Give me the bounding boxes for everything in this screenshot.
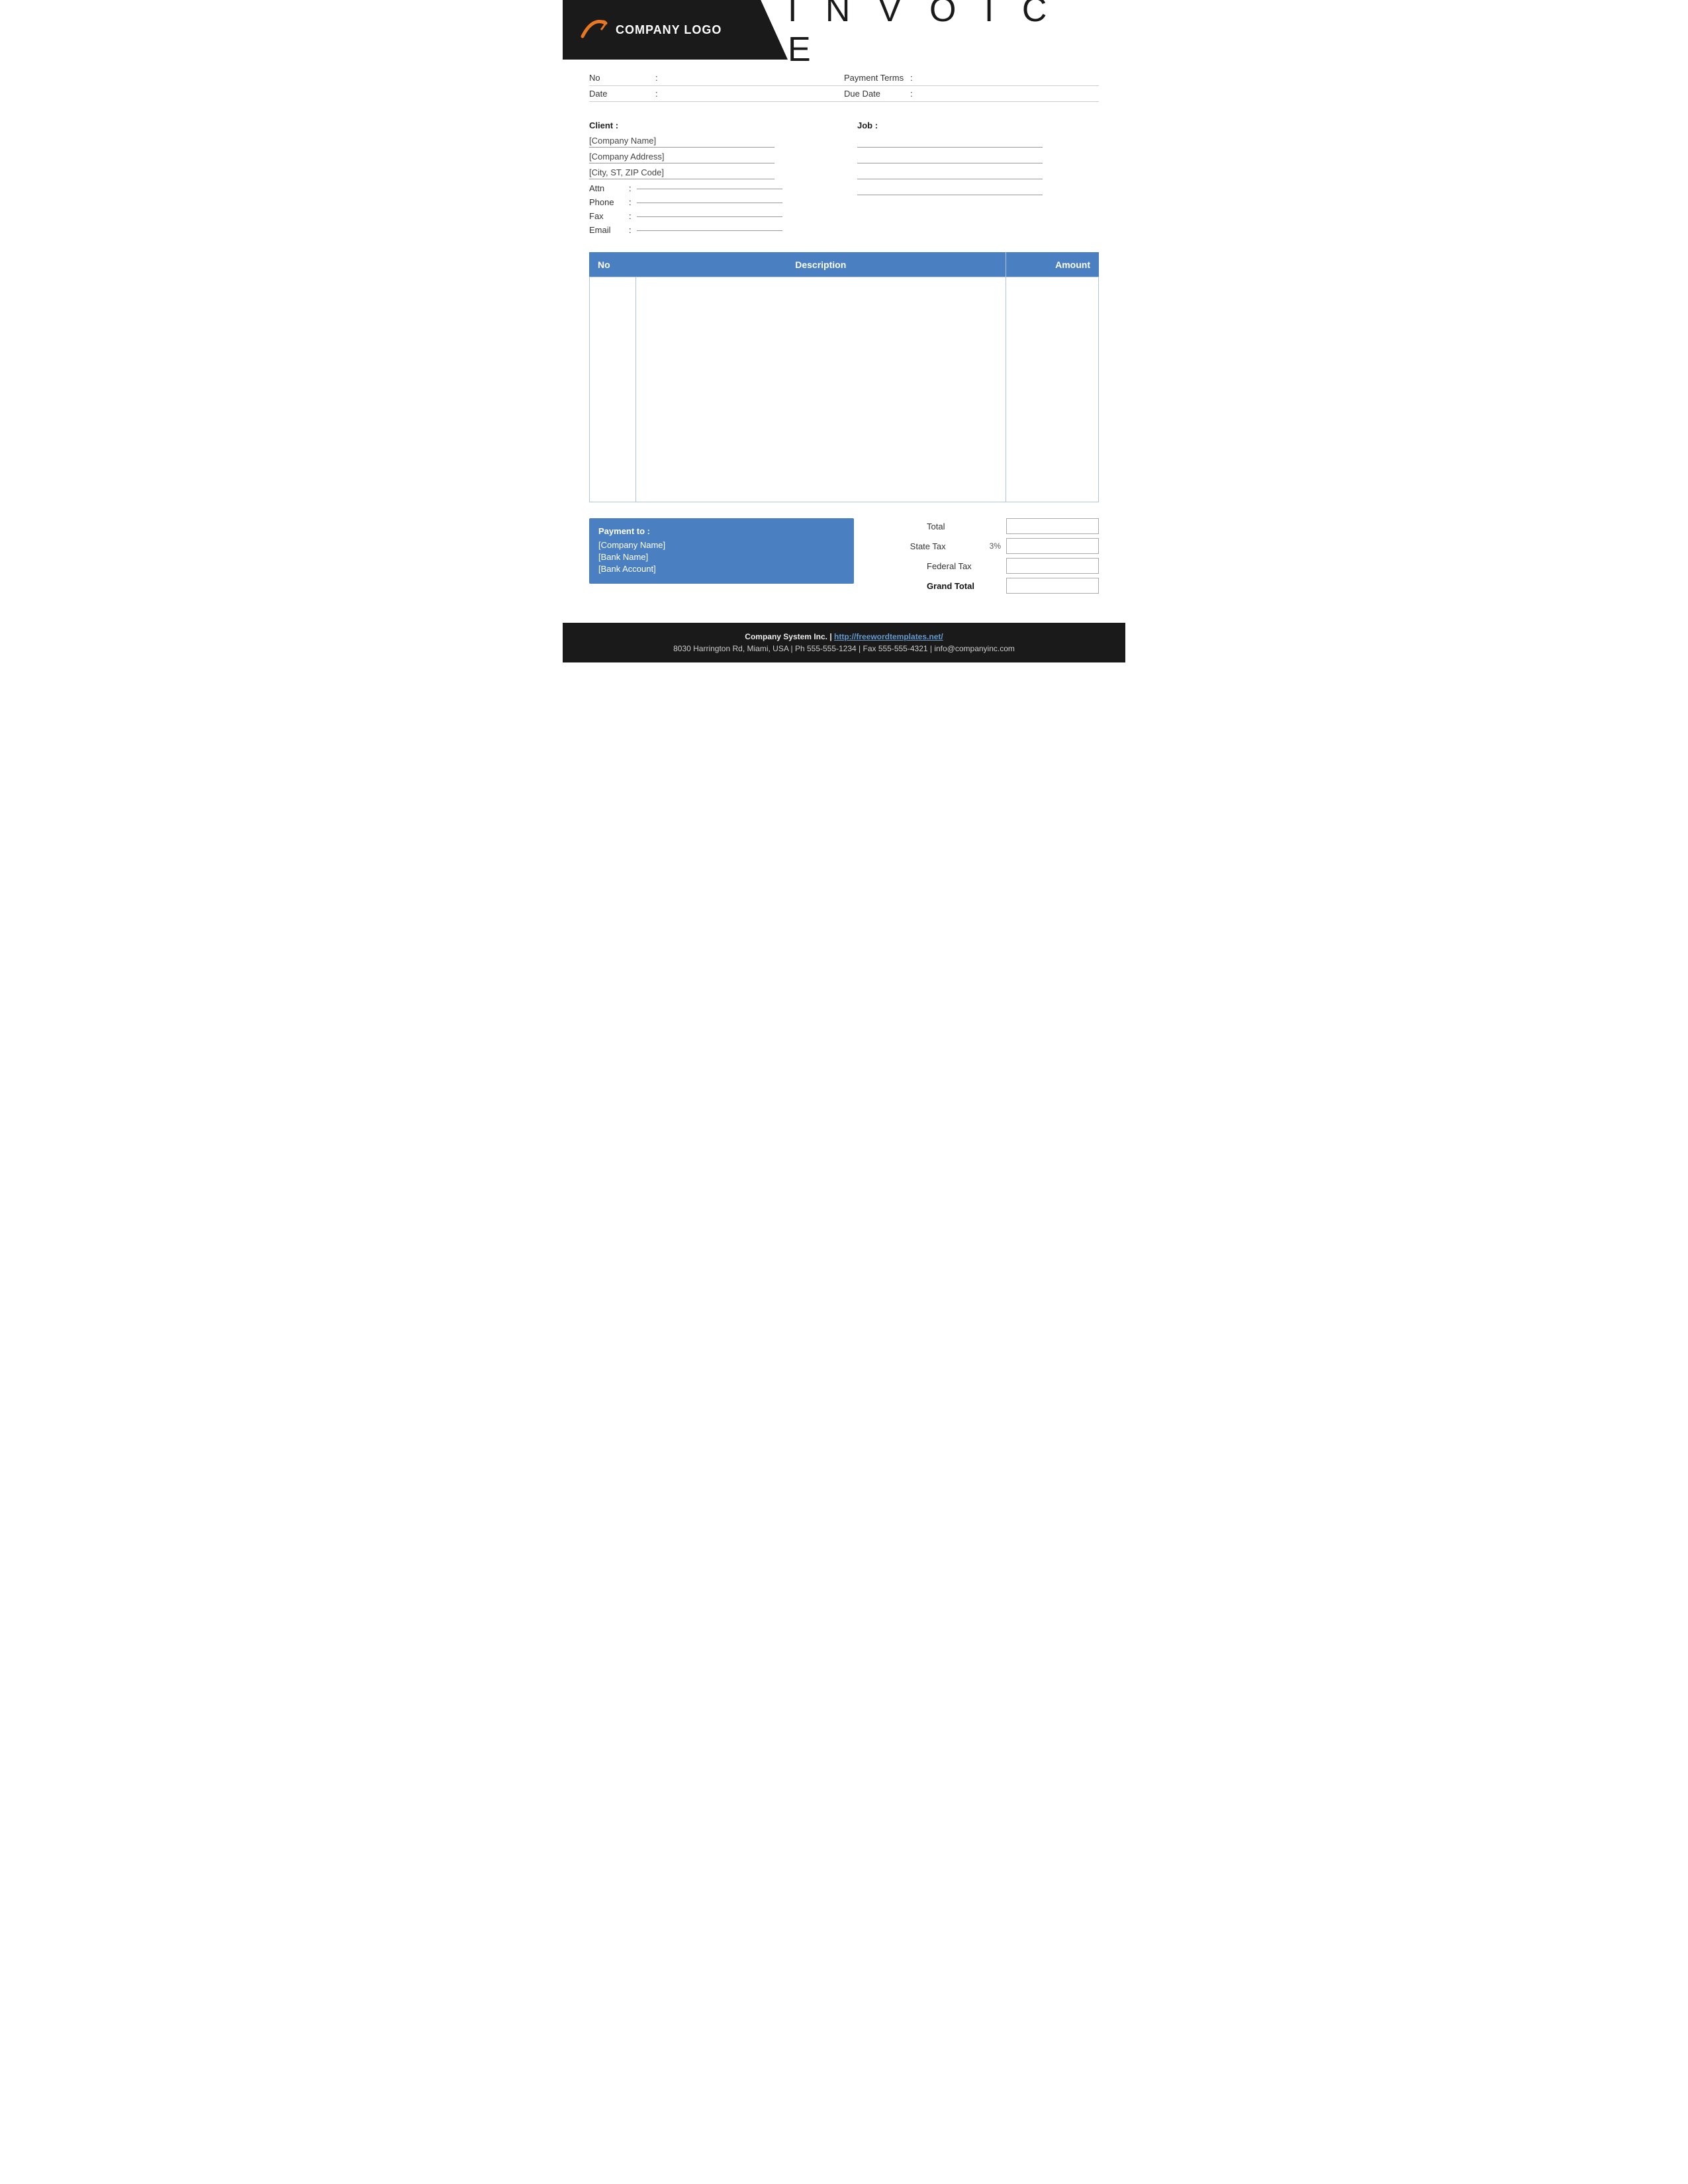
totals-row-total: Total xyxy=(874,518,1099,534)
state-tax-input[interactable] xyxy=(1006,538,1099,554)
table-cell-description[interactable] xyxy=(636,277,1006,502)
table-header: No Description Amount xyxy=(590,253,1099,277)
client-phone-value[interactable] xyxy=(637,201,782,203)
client-attn-row: Attn : xyxy=(589,183,844,193)
payment-company-name[interactable]: [Company Name] xyxy=(598,540,845,550)
client-attn-colon: : xyxy=(629,183,632,193)
payment-block: Payment to : [Company Name] [Bank Name] … xyxy=(589,518,854,584)
page-header: COMPANY LOGO I N V O I C E xyxy=(563,0,1125,60)
footer-address-line: 8030 Harrington Rd, Miami, USA | Ph 555-… xyxy=(576,644,1112,653)
total-label: Total xyxy=(927,522,1006,531)
footer-company-line: Company System Inc. | http://freewordtem… xyxy=(576,632,1112,641)
meta-row-no: No : Payment Terms : xyxy=(589,73,1099,86)
job-line-4[interactable] xyxy=(857,183,1043,195)
meta-right-payment-terms: Payment Terms : xyxy=(844,73,1099,83)
meta-right-due-date: Due Date : xyxy=(844,89,1099,99)
meta-payment-terms-colon: : xyxy=(910,73,913,83)
client-company-name[interactable]: [Company Name] xyxy=(589,136,774,148)
client-email-row: Email : xyxy=(589,225,844,235)
client-email-label: Email xyxy=(589,225,629,235)
job-line-2[interactable] xyxy=(857,152,1043,163)
job-header: Job : xyxy=(857,120,1099,130)
job-line-3[interactable] xyxy=(857,167,1043,179)
meta-row-date: Date : Due Date : xyxy=(589,89,1099,102)
client-header: Client : xyxy=(589,120,844,130)
state-tax-pct: 3% xyxy=(990,541,1001,551)
client-fax-colon: : xyxy=(629,211,632,221)
client-company-address[interactable]: [Company Address] xyxy=(589,152,774,163)
meta-date-label: Date xyxy=(589,89,655,99)
totals-row-federal-tax: Federal Tax xyxy=(874,558,1099,574)
logo-text: COMPANY LOGO xyxy=(616,23,722,37)
col-amount-header: Amount xyxy=(1006,253,1099,277)
meta-due-date-colon: : xyxy=(910,89,913,99)
federal-tax-input[interactable] xyxy=(1006,558,1099,574)
total-input[interactable] xyxy=(1006,518,1099,534)
table-body xyxy=(590,277,1099,502)
totals-row-state-tax: State Tax 3% xyxy=(874,538,1099,554)
col-description-header: Description xyxy=(636,253,1006,277)
job-block: Job : xyxy=(844,120,1099,239)
meta-date-colon: : xyxy=(655,89,658,99)
meta-left-no: No : xyxy=(589,73,844,83)
client-attn-label: Attn xyxy=(589,183,629,193)
meta-payment-terms-label: Payment Terms xyxy=(844,73,910,83)
col-no-header: No xyxy=(590,253,636,277)
table-header-row: No Description Amount xyxy=(590,253,1099,277)
logo-section: COMPANY LOGO xyxy=(563,0,788,60)
client-phone-row: Phone : xyxy=(589,197,844,207)
client-phone-label: Phone xyxy=(589,197,629,207)
job-label: Job : xyxy=(857,120,878,130)
meta-no-colon: : xyxy=(655,73,658,83)
client-email-value[interactable] xyxy=(637,229,782,231)
client-phone-colon: : xyxy=(629,197,632,207)
invoice-table: No Description Amount xyxy=(589,252,1099,502)
client-city-state-zip[interactable]: [City, ST, ZIP Code] xyxy=(589,167,774,179)
client-block: Client : [Company Name] [Company Address… xyxy=(589,120,844,239)
grand-total-label: Grand Total xyxy=(927,581,1006,591)
client-email-colon: : xyxy=(629,225,632,235)
client-job-section: Client : [Company Name] [Company Address… xyxy=(563,109,1125,246)
meta-left-date: Date : xyxy=(589,89,844,99)
totals-row-grand-total: Grand Total xyxy=(874,578,1099,594)
bottom-footer: Company System Inc. | http://freewordtem… xyxy=(563,623,1125,662)
grand-total-input[interactable] xyxy=(1006,578,1099,594)
footer-section: Payment to : [Company Name] [Bank Name] … xyxy=(563,509,1125,603)
meta-due-date-label: Due Date xyxy=(844,89,910,99)
footer-link[interactable]: http://freewordtemplates.net/ xyxy=(834,632,943,641)
table-cell-amount[interactable] xyxy=(1006,277,1099,502)
client-fax-label: Fax xyxy=(589,211,629,221)
client-fax-row: Fax : xyxy=(589,211,844,221)
totals-block: Total State Tax 3% Federal Tax Grand Tot… xyxy=(854,518,1099,594)
invoice-table-section: No Description Amount xyxy=(563,246,1125,509)
payment-bank-name[interactable]: [Bank Name] xyxy=(598,552,845,562)
state-tax-label: State Tax xyxy=(910,541,990,551)
client-attn-value[interactable] xyxy=(637,187,782,189)
job-line-1[interactable] xyxy=(857,136,1043,148)
payment-title: Payment to : xyxy=(598,526,845,536)
client-label: Client : xyxy=(589,120,618,130)
federal-tax-label: Federal Tax xyxy=(927,561,1006,571)
invoice-title: I N V O I C E xyxy=(788,0,1105,69)
payment-bank-account[interactable]: [Bank Account] xyxy=(598,564,845,574)
table-cell-no[interactable] xyxy=(590,277,636,502)
title-section: I N V O I C E xyxy=(788,0,1125,60)
meta-no-label: No xyxy=(589,73,655,83)
client-fax-value[interactable] xyxy=(637,215,782,217)
table-row[interactable] xyxy=(590,277,1099,502)
logo-icon xyxy=(576,17,609,43)
